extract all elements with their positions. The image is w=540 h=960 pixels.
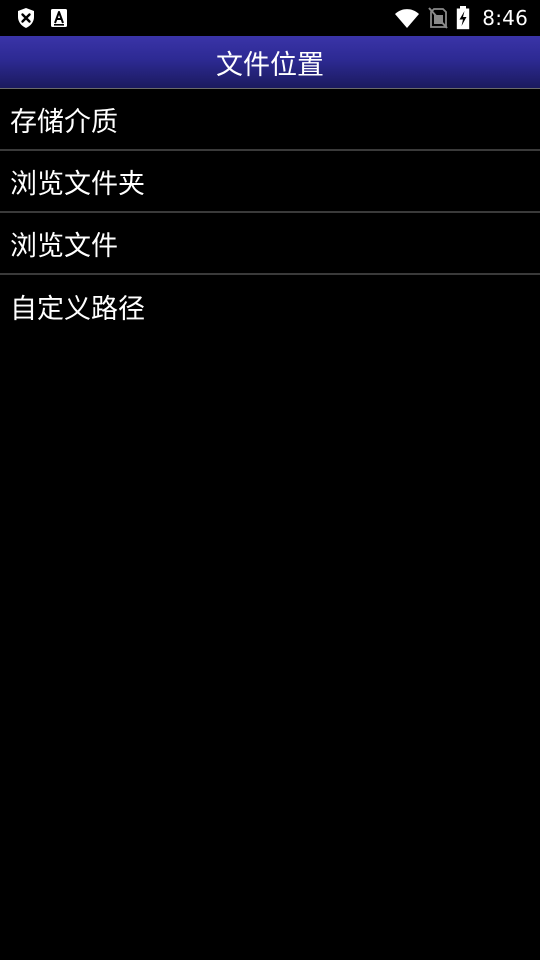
menu-list: 存储介质 浏览文件夹 浏览文件 自定义路径 [0, 89, 540, 337]
wifi-icon [394, 8, 420, 28]
menu-item-label: 自定义路径 [10, 293, 145, 325]
page-title: 文件位置 [216, 49, 324, 81]
status-bar: 8:46 [0, 0, 540, 36]
shield-x-icon [16, 7, 36, 29]
menu-item-label: 浏览文件夹 [10, 168, 145, 200]
title-bar: 文件位置 [0, 36, 540, 89]
menu-item-storage-media[interactable]: 存储介质 [0, 89, 540, 151]
font-a-icon [50, 8, 68, 28]
menu-item-label: 浏览文件 [10, 230, 118, 262]
battery-charging-icon [456, 6, 470, 30]
status-left-icons [16, 7, 68, 29]
menu-item-browse-folder[interactable]: 浏览文件夹 [0, 151, 540, 213]
no-sim-icon [428, 7, 449, 29]
menu-item-browse-file[interactable]: 浏览文件 [0, 213, 540, 275]
menu-item-custom-path[interactable]: 自定义路径 [0, 275, 540, 337]
menu-item-label: 存储介质 [10, 106, 118, 138]
status-right-icons: 8:46 [394, 0, 528, 36]
status-time: 8:46 [482, 6, 528, 30]
